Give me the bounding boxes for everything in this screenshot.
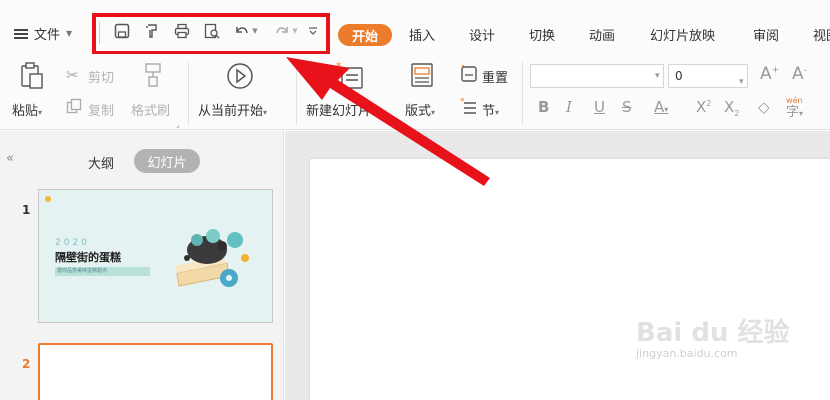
file-menu[interactable]: 文件 ▼: [14, 24, 72, 43]
tab-insert[interactable]: 插入: [409, 25, 435, 44]
strikethrough-icon[interactable]: S: [622, 98, 632, 116]
italic-icon[interactable]: I: [566, 98, 572, 116]
tab-transitions[interactable]: 切换: [529, 25, 555, 44]
slide-year: 2020: [55, 238, 90, 248]
cut-button[interactable]: 剪切: [88, 67, 114, 86]
svg-text:*: *: [460, 97, 465, 107]
chevron-down-icon: ▾: [495, 108, 500, 117]
chevron-down-icon: ▾: [263, 108, 268, 117]
watermark-brand: Bai du 经验: [636, 318, 790, 348]
layout-label: 版式: [405, 104, 432, 119]
divider: [188, 62, 189, 124]
slide-number: 2: [22, 357, 31, 371]
decrease-font-icon[interactable]: A-: [792, 64, 807, 84]
tab-slides[interactable]: 幻灯片: [134, 149, 200, 173]
tab-animations[interactable]: 动画: [589, 25, 615, 44]
subscript-icon[interactable]: X2: [724, 98, 739, 118]
tab-slideshow[interactable]: 幻灯片放映: [650, 25, 715, 44]
chevron-down-icon: ▼: [66, 29, 73, 38]
quick-access-highlight-box: [92, 13, 330, 55]
slide-subtitle: 邀你品尝美味蛋糕甜点: [55, 267, 150, 276]
reset-icon[interactable]: [460, 64, 478, 87]
watermark: Bai du 经验 jingyan.baidu.com: [636, 312, 790, 360]
cake-illustration: [175, 229, 249, 287]
superscript-icon[interactable]: X2: [696, 98, 711, 116]
paste-button[interactable]: 粘贴▾: [12, 100, 42, 119]
scissors-icon[interactable]: ✂: [66, 66, 79, 84]
paste-icon[interactable]: [20, 62, 44, 94]
title-tab-bar: 文件 ▼ ▼ ▼ 开始 插入 设计 切换 动画 幻灯片放映 审阅 视图: [0, 0, 830, 55]
section-label: 节: [482, 104, 496, 119]
slide-number: 1: [22, 203, 31, 217]
format-painter-button[interactable]: 格式刷: [131, 100, 170, 119]
layout-button[interactable]: 版式▾: [405, 100, 435, 119]
slide-title: 隔壁街的蛋糕: [55, 251, 121, 264]
slides-pane: « 大纲 幻灯片 1 2020 隔壁街的蛋糕 邀你品尝美味蛋糕甜点 2: [0, 131, 284, 400]
clear-format-icon[interactable]: ◇: [758, 98, 770, 116]
divider: [522, 62, 523, 124]
menu-icon: [14, 28, 28, 39]
new-slide-icon[interactable]: *: [336, 60, 366, 94]
font-size-input[interactable]: 0 ▾: [668, 64, 748, 88]
svg-text:*: *: [336, 60, 342, 73]
increase-font-icon[interactable]: A+: [760, 64, 779, 84]
collapse-pane-icon[interactable]: «: [6, 151, 14, 166]
paste-label: 粘贴: [12, 104, 39, 119]
section-button[interactable]: 节▾: [482, 100, 499, 119]
phonetic-guide-icon[interactable]: wén 字▾: [786, 94, 803, 120]
slide-canvas[interactable]: [310, 159, 830, 400]
bold-icon[interactable]: B: [538, 98, 549, 116]
tab-outline[interactable]: 大纲: [88, 153, 114, 172]
underline-icon[interactable]: U: [594, 98, 605, 116]
ribbon-home: 粘贴▾ ✂ 剪切 复制 格式刷 ⌟ 从当前开始▾ * 新建幻灯片 版式▾ 重置 …: [0, 54, 830, 130]
from-current-label: 从当前开始: [198, 104, 264, 119]
section-icon[interactable]: *: [460, 97, 478, 119]
chevron-down-icon: ▾: [431, 108, 436, 117]
chevron-down-icon[interactable]: ▾: [655, 71, 660, 81]
reset-button[interactable]: 重置: [482, 67, 508, 86]
font-name-input[interactable]: ▾: [530, 64, 664, 88]
dialog-launcher-icon[interactable]: ⌟: [176, 120, 180, 129]
font-size-value: 0: [675, 69, 683, 83]
file-menu-label: 文件: [34, 28, 61, 43]
copy-button[interactable]: 复制: [88, 100, 114, 119]
tab-home[interactable]: 开始: [338, 24, 392, 46]
tab-view[interactable]: 视图: [813, 25, 830, 44]
copy-icon[interactable]: [66, 98, 82, 118]
divider: [296, 62, 297, 124]
slide-thumbnail-2[interactable]: [38, 343, 273, 400]
chevron-down-icon[interactable]: ▾: [739, 71, 744, 93]
layout-icon[interactable]: [410, 62, 434, 92]
chevron-down-icon: ▾: [38, 108, 43, 117]
tab-design[interactable]: 设计: [469, 25, 495, 44]
play-circle-icon[interactable]: [226, 62, 254, 94]
decor-dot: [45, 196, 51, 202]
format-painter-icon[interactable]: [142, 62, 164, 92]
font-color-icon[interactable]: A▾: [654, 98, 668, 116]
new-slide-button[interactable]: 新建幻灯片: [306, 100, 371, 119]
tab-review[interactable]: 审阅: [753, 25, 779, 44]
slide-thumbnail-1[interactable]: 2020 隔壁街的蛋糕 邀你品尝美味蛋糕甜点: [38, 189, 273, 323]
from-current-button[interactable]: 从当前开始▾: [198, 100, 267, 119]
